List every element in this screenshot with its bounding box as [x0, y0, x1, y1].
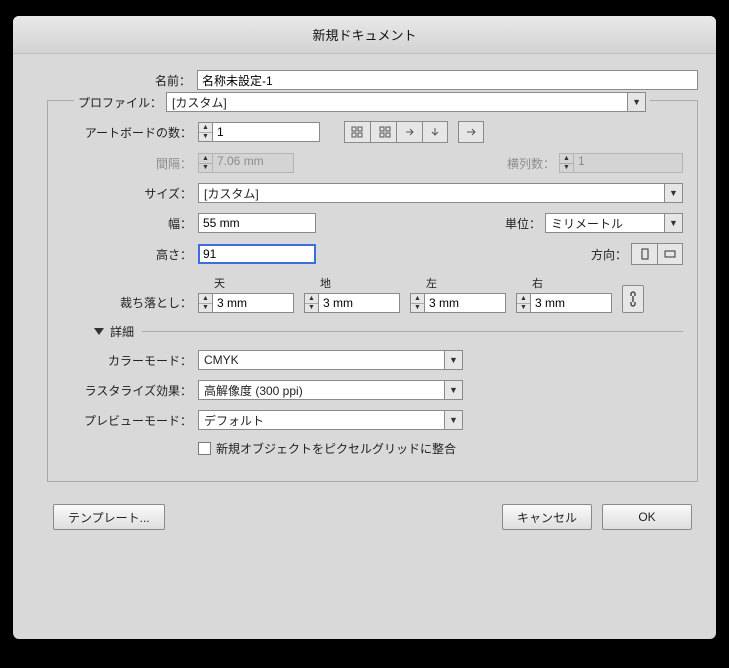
bleed-top-stepper[interactable]: ▲▼: [198, 293, 294, 313]
cancel-button[interactable]: キャンセル: [502, 504, 592, 530]
artboards-stepper[interactable]: ▲▼: [198, 122, 320, 142]
advanced-toggle[interactable]: 詳細: [94, 323, 683, 340]
spacing-label: 間隔: [48, 155, 198, 172]
artboards-input[interactable]: [212, 122, 320, 142]
chevron-down-icon: ▼: [444, 351, 462, 369]
ok-button[interactable]: OK: [602, 504, 692, 530]
colormode-label: カラーモード: [48, 352, 198, 369]
spacing-stepper: ▲▼ 7.06 mm: [198, 153, 294, 173]
align-pixel-grid-checkbox[interactable]: 新規オブジェクトをピクセルグリッドに整合: [198, 440, 456, 457]
preview-dropdown[interactable]: デフォルト ▼: [198, 410, 463, 430]
units-dropdown[interactable]: ミリメートル ▼: [545, 213, 683, 233]
bleed-right-input[interactable]: [530, 293, 612, 313]
height-input[interactable]: [198, 244, 316, 264]
arrange-right-icon[interactable]: [458, 121, 484, 143]
chevron-down-icon: ▼: [444, 381, 462, 399]
chevron-down-icon: ▼: [627, 93, 645, 111]
raster-dropdown[interactable]: 高解像度 (300 ppi) ▼: [198, 380, 463, 400]
template-button[interactable]: テンプレート...: [53, 504, 165, 530]
width-input[interactable]: [198, 213, 316, 233]
bleed-label: 裁ち落とし: [48, 294, 198, 313]
name-input[interactable]: [197, 70, 698, 90]
profile-section: プロファイル [カスタム] ▼ アートボードの数 ▲▼: [47, 100, 698, 482]
bleed-link-button[interactable]: [622, 285, 644, 313]
disclosure-down-icon: [94, 328, 104, 335]
preview-label: プレビューモード: [48, 412, 198, 429]
columns-stepper: ▲▼ 1: [559, 153, 683, 173]
orientation-portrait-button[interactable]: [631, 243, 657, 265]
dialog-title: 新規ドキュメント: [13, 16, 716, 54]
colormode-dropdown[interactable]: CMYK ▼: [198, 350, 463, 370]
checkbox-icon: [198, 442, 211, 455]
new-document-dialog: 新規ドキュメント 名前 プロファイル [カスタム] ▼ アートボードの数 ▲▼: [13, 16, 716, 639]
bleed-left-label: 左: [410, 275, 506, 291]
size-label: サイズ: [48, 185, 198, 202]
bleed-bottom-stepper[interactable]: ▲▼: [304, 293, 400, 313]
row-rtl-icon[interactable]: [396, 121, 422, 143]
artboards-label: アートボードの数: [48, 124, 198, 141]
bleed-bottom-label: 地: [304, 275, 400, 291]
artboard-layout-buttons[interactable]: [344, 121, 448, 143]
orientation-label: 方向: [591, 246, 627, 263]
chevron-down-icon: ▼: [664, 184, 682, 202]
raster-label: ラスタライズ効果: [48, 382, 198, 399]
chevron-down-icon: ▼: [444, 411, 462, 429]
bleed-top-input[interactable]: [212, 293, 294, 313]
name-label: 名前: [47, 72, 197, 89]
columns-label: 横列数: [507, 155, 555, 172]
bleed-right-stepper[interactable]: ▲▼: [516, 293, 612, 313]
bleed-right-label: 右: [516, 275, 612, 291]
profile-dropdown[interactable]: [カスタム] ▼: [166, 92, 646, 112]
bleed-left-stepper[interactable]: ▲▼: [410, 293, 506, 313]
grid-col-icon[interactable]: [370, 121, 396, 143]
profile-label: プロファイル: [78, 94, 162, 111]
bleed-left-input[interactable]: [424, 293, 506, 313]
chevron-down-icon: ▼: [664, 214, 682, 232]
width-label: 幅: [48, 215, 198, 232]
grid-row-icon[interactable]: [344, 121, 370, 143]
col-down-icon[interactable]: [422, 121, 448, 143]
height-label: 高さ: [48, 246, 198, 263]
units-label: 単位: [505, 215, 541, 232]
bleed-bottom-input[interactable]: [318, 293, 400, 313]
size-dropdown[interactable]: [カスタム] ▼: [198, 183, 683, 203]
orientation-landscape-button[interactable]: [657, 243, 683, 265]
bleed-top-label: 天: [198, 275, 294, 291]
